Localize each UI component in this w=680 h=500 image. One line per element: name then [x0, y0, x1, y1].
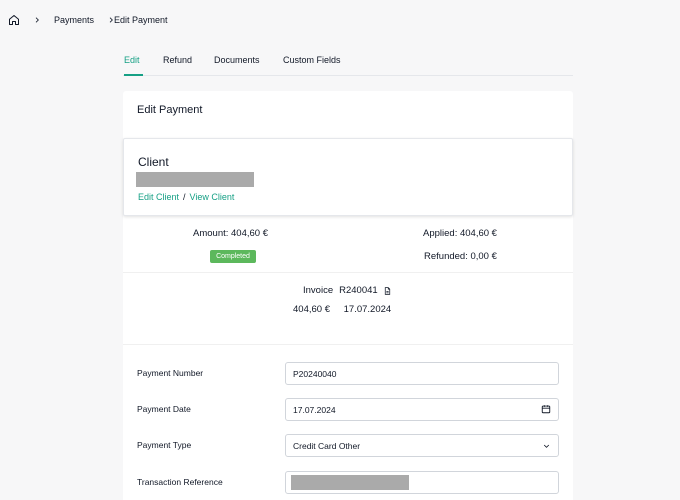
payment-date-value: 17.07.2024	[293, 405, 336, 415]
amount-text: Amount: 404,60 €	[193, 228, 268, 239]
invoice-line: Invoice R240041	[303, 285, 392, 296]
home-icon[interactable]	[8, 14, 20, 26]
copy-icon[interactable]	[383, 286, 392, 296]
invoice-number-link[interactable]: R240041	[339, 285, 378, 296]
status-badge: Completed	[210, 250, 256, 263]
payment-type-select[interactable]: Credit Card Other	[285, 434, 559, 457]
edit-payment-card: Edit Payment Client Edit Client / View Cli…	[123, 91, 573, 500]
view-client-link[interactable]: View Client	[190, 192, 235, 202]
payment-date-input[interactable]: 17.07.2024	[285, 398, 559, 421]
breadcrumb-edit-payment: Edit Payment	[114, 15, 168, 25]
client-links: Edit Client / View Client	[138, 192, 234, 202]
client-name-redacted	[136, 172, 254, 187]
tab-documents[interactable]: Documents	[214, 48, 260, 76]
tab-refund[interactable]: Refund	[163, 48, 192, 76]
link-separator: /	[183, 192, 186, 202]
payment-number-input[interactable]: P20240040	[285, 362, 559, 385]
calendar-icon[interactable]	[541, 404, 551, 414]
payment-number-row: Payment Number P20240040	[123, 362, 573, 386]
edit-client-link[interactable]: Edit Client	[138, 192, 179, 202]
breadcrumb-payments[interactable]: Payments	[54, 15, 94, 25]
client-panel: Client Edit Client / View Client	[123, 138, 573, 216]
chevron-down-icon	[542, 442, 551, 450]
invoice-block: Invoice R240041 404,60 € 17.07.2024	[123, 273, 573, 345]
payment-type-row: Payment Type Credit Card Other	[123, 434, 573, 458]
refunded-text: Refunded: 0,00 €	[424, 251, 497, 262]
tab-bar: Edit Refund Documents Custom Fields	[123, 48, 573, 76]
tab-edit[interactable]: Edit	[124, 48, 143, 76]
breadcrumb: Payments Edit Payment	[8, 12, 168, 28]
invoice-amount: 404,60 €	[293, 304, 330, 315]
invoice-date: 17.07.2024	[343, 304, 392, 315]
page-title: Edit Payment	[137, 104, 203, 116]
transaction-reference-row: Transaction Reference	[123, 471, 573, 495]
payment-type-value: Credit Card Other	[293, 441, 361, 451]
transaction-reference-label: Transaction Reference	[137, 477, 223, 487]
payment-summary: Amount: 404,60 € Completed Applied: 404,…	[123, 216, 573, 273]
invoice-amounts: 404,60 € 17.07.2024	[293, 304, 391, 315]
payment-type-label: Payment Type	[137, 440, 192, 450]
chevron-right-icon	[20, 16, 54, 24]
applied-text: Applied: 404,60 €	[423, 228, 497, 239]
transaction-reference-input[interactable]	[285, 471, 559, 494]
payment-date-row: Payment Date 17.07.2024	[123, 398, 573, 422]
payment-number-label: Payment Number	[137, 368, 204, 378]
payment-date-label: Payment Date	[137, 404, 191, 414]
transaction-reference-redacted	[291, 475, 409, 490]
tab-custom-fields[interactable]: Custom Fields	[283, 48, 341, 76]
invoice-label: Invoice	[303, 285, 334, 296]
client-heading: Client	[138, 155, 169, 169]
